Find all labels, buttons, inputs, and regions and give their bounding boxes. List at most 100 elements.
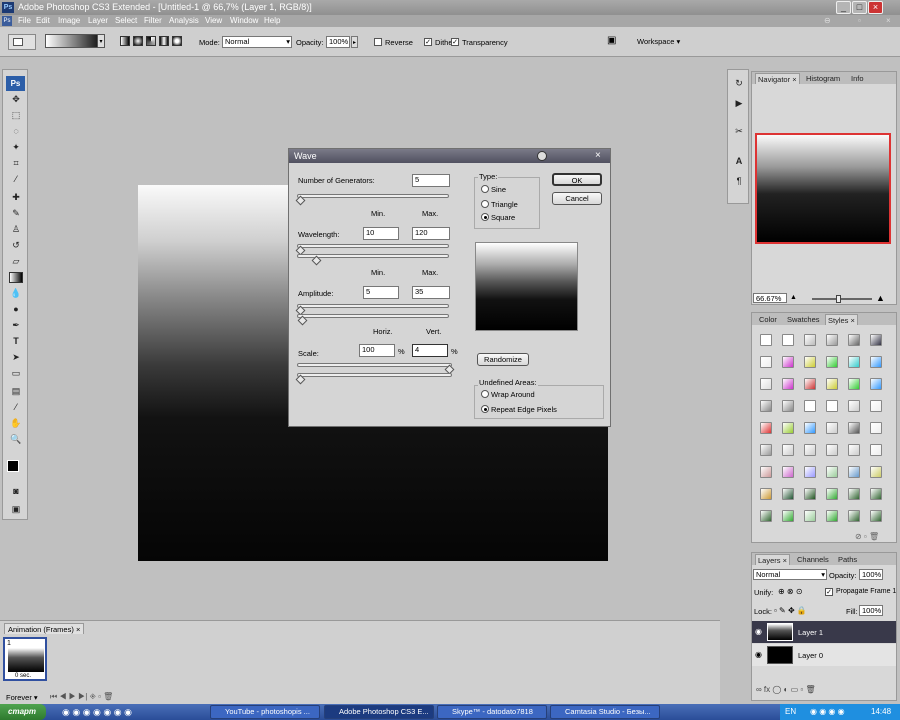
style-swatch[interactable]: [870, 400, 882, 412]
style-swatch[interactable]: [804, 378, 816, 390]
quick-launch-icons[interactable]: ◉ ◉ ◉ ◉ ◉ ◉ ◉: [62, 704, 132, 720]
task-youtube[interactable]: YouTube - photoshopis ...: [210, 705, 320, 719]
style-swatch[interactable]: [870, 466, 882, 478]
style-swatch[interactable]: [848, 334, 860, 346]
menu-analysis[interactable]: Analysis: [169, 15, 199, 27]
style-swatch[interactable]: [804, 488, 816, 500]
language-indicator[interactable]: EN: [785, 704, 796, 720]
wavelength-min-slider[interactable]: [297, 244, 449, 248]
amplitude-min-slider[interactable]: [297, 304, 449, 308]
eye-icon[interactable]: ◉: [755, 627, 762, 636]
amplitude-max-input[interactable]: 35: [412, 286, 450, 299]
angle-gradient-icon[interactable]: [146, 36, 156, 46]
tray-icons[interactable]: ◉ ◉ ◉ ◉: [810, 704, 845, 720]
style-swatch[interactable]: [760, 488, 772, 500]
minimize-button[interactable]: _: [836, 1, 851, 14]
paragraph-panel-icon[interactable]: ¶: [732, 176, 746, 187]
character-panel-icon[interactable]: A: [732, 156, 746, 167]
style-swatch[interactable]: [848, 444, 860, 456]
layer-row[interactable]: ◉ Layer 0: [752, 644, 896, 666]
eye-icon[interactable]: ◉: [755, 650, 762, 659]
style-swatch[interactable]: [782, 488, 794, 500]
menu-filter[interactable]: Filter: [144, 15, 162, 27]
style-swatch[interactable]: [848, 400, 860, 412]
reflected-gradient-icon[interactable]: [159, 36, 169, 46]
task-skype[interactable]: Skype™ - datodato7818: [437, 705, 547, 719]
style-swatch[interactable]: [848, 488, 860, 500]
menu-layer[interactable]: Layer: [88, 15, 108, 27]
app-menu-icon[interactable]: Ps: [2, 16, 12, 26]
tab-histogram[interactable]: Histogram: [804, 73, 842, 84]
dialog-close-icon[interactable]: ×: [595, 150, 601, 161]
opacity-dropdown-icon[interactable]: ▸: [351, 36, 358, 48]
brush-tool-icon[interactable]: ✎: [9, 208, 23, 219]
crop-tool-icon[interactable]: ⌗: [9, 158, 23, 169]
scale-horiz-slider[interactable]: [297, 363, 452, 367]
menu-image[interactable]: Image: [58, 15, 80, 27]
unify-icons[interactable]: ⊕ ⊗ ⊙: [778, 587, 803, 596]
style-swatch[interactable]: [760, 334, 772, 346]
lock-icons[interactable]: ▫ ✎ ✥ 🔒: [774, 606, 807, 615]
gradient-tool-active-icon[interactable]: [9, 272, 23, 283]
reverse-checkbox[interactable]: [374, 38, 382, 46]
tool-palette-icon[interactable]: ▣: [607, 35, 623, 49]
style-swatch[interactable]: [760, 466, 772, 478]
tab-channels[interactable]: Channels: [795, 554, 831, 565]
style-swatch[interactable]: [826, 422, 838, 434]
layer-opacity-input[interactable]: 100%: [859, 569, 883, 580]
tab-styles[interactable]: Styles ×: [825, 314, 858, 325]
generators-input[interactable]: 5: [412, 174, 450, 187]
navigator-thumbnail[interactable]: [755, 133, 891, 244]
style-swatch[interactable]: [826, 356, 838, 368]
style-swatch[interactable]: [804, 400, 816, 412]
animation-controls[interactable]: ⏮ ◀ ▶ ▶| ◈ ▫ 🗑: [50, 692, 113, 702]
zoom-in-icon[interactable]: ▲: [876, 293, 885, 303]
style-swatch[interactable]: [826, 444, 838, 456]
frame-delay[interactable]: 0 sec.: [15, 673, 31, 679]
style-swatch[interactable]: [782, 466, 794, 478]
eyedropper-tool-icon[interactable]: ⁄: [9, 174, 23, 185]
randomize-button[interactable]: Randomize: [477, 353, 529, 366]
style-swatch[interactable]: [804, 466, 816, 478]
tab-info[interactable]: Info: [849, 73, 866, 84]
type-tool-icon[interactable]: T: [9, 336, 23, 347]
style-swatch[interactable]: [848, 422, 860, 434]
tab-swatches[interactable]: Swatches: [785, 314, 822, 325]
maximize-button[interactable]: □: [852, 1, 867, 14]
workspace-button[interactable]: Workspace ▾: [637, 37, 680, 46]
style-swatch[interactable]: [870, 444, 882, 456]
foreground-color-swatch[interactable]: [7, 460, 19, 472]
linear-gradient-icon[interactable]: [120, 36, 130, 46]
screen-mode-icon[interactable]: ▣: [9, 504, 23, 515]
path-selection-tool-icon[interactable]: ➤: [9, 352, 23, 363]
menu-view[interactable]: View: [205, 15, 222, 27]
style-swatch[interactable]: [826, 466, 838, 478]
style-swatch[interactable]: [826, 334, 838, 346]
style-swatch[interactable]: [804, 422, 816, 434]
start-button[interactable]: старт: [0, 704, 46, 720]
menu-restore-icon[interactable]: ▫: [858, 15, 861, 27]
type-sine-radio[interactable]: [481, 185, 489, 193]
eyedropper2-tool-icon[interactable]: ⁄: [9, 402, 23, 413]
eraser-tool-icon[interactable]: ▱: [9, 256, 23, 267]
tab-animation[interactable]: Animation (Frames) ×: [4, 623, 85, 634]
style-swatch[interactable]: [804, 334, 816, 346]
style-swatch[interactable]: [760, 356, 772, 368]
navigator-zoom-input[interactable]: 66.67%: [753, 293, 787, 303]
magic-wand-tool-icon[interactable]: ✦: [9, 142, 23, 153]
healing-brush-tool-icon[interactable]: ✚: [9, 192, 23, 203]
wavelength-max-slider[interactable]: [297, 254, 449, 258]
repeat-edge-radio[interactable]: [481, 405, 489, 413]
transparency-checkbox[interactable]: ✓: [451, 38, 459, 46]
quick-mask-icon[interactable]: ◙: [9, 486, 23, 497]
style-swatch[interactable]: [870, 488, 882, 500]
radial-gradient-icon[interactable]: [133, 36, 143, 46]
blend-mode-select[interactable]: Normal ▾: [753, 569, 827, 580]
tool-presets-panel-icon[interactable]: ✂: [732, 126, 746, 137]
style-swatch[interactable]: [826, 400, 838, 412]
clone-stamp-tool-icon[interactable]: ♙: [9, 224, 23, 235]
layer-row[interactable]: ◉ Layer 1: [752, 621, 896, 643]
type-square-radio[interactable]: [481, 213, 489, 221]
dodge-tool-icon[interactable]: ●: [9, 304, 23, 315]
amplitude-max-slider[interactable]: [297, 314, 449, 318]
